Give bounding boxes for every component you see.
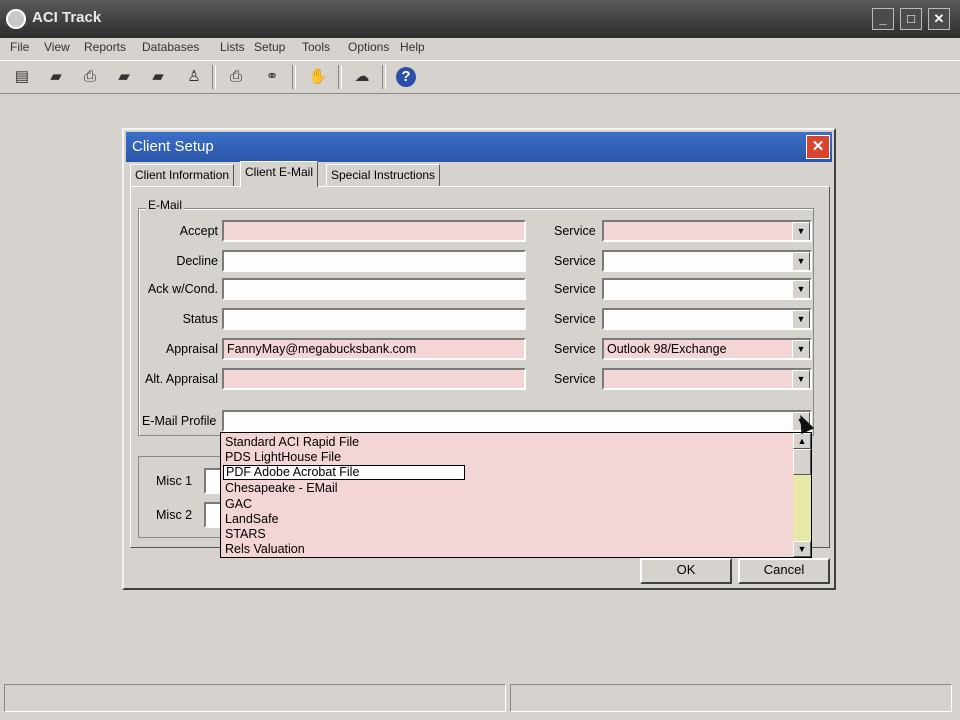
- accept-label: Accept: [179, 224, 218, 238]
- person-icon[interactable]: ♙: [182, 65, 206, 89]
- appraisal-email-field[interactable]: FannyMay@megabucksbank.com: [222, 338, 526, 360]
- decline-service-select[interactable]: ▼: [602, 250, 812, 272]
- misc-2-label: Misc 2: [156, 508, 193, 522]
- dropdown-option-selected[interactable]: PDF Adobe Acrobat File: [223, 465, 465, 480]
- toolbar: ▤ ▰ ⎙ ▰ ▰ ♙ ⎙ ⚭ ✋ ☁ ?: [0, 60, 960, 94]
- status-service-select[interactable]: ▼: [602, 308, 812, 330]
- decline-service-label: Service: [554, 254, 596, 268]
- dropdown-option[interactable]: Chesapeake - EMail: [225, 481, 338, 496]
- email-profile-dropdown-list: Standard ACI Rapid File PDS LightHouse F…: [220, 432, 812, 558]
- new-document-icon[interactable]: ▤: [10, 65, 34, 89]
- dropdown-option[interactable]: Standard ACI Rapid File: [225, 435, 359, 450]
- ack-w-cond-email-field[interactable]: [222, 278, 526, 300]
- chevron-down-icon[interactable]: ▼: [792, 370, 810, 388]
- status-pane-right: [510, 684, 952, 712]
- status-label: Status: [182, 312, 218, 326]
- print-icon[interactable]: ⎙: [78, 65, 102, 89]
- menu-file[interactable]: File: [10, 40, 29, 54]
- alt-appraisal-label: Alt. Appraisal: [145, 372, 218, 386]
- open-file-icon[interactable]: ▰: [146, 65, 170, 89]
- printer-icon[interactable]: ⎙: [224, 65, 248, 89]
- scroll-up-icon[interactable]: ▲: [793, 433, 811, 449]
- decline-email-field[interactable]: [222, 250, 526, 272]
- status-pane-left: [4, 684, 506, 712]
- email-profile-label: E-Mail Profile: [142, 414, 217, 428]
- minimize-button[interactable]: _: [872, 8, 894, 30]
- dialog-title-bar[interactable]: Client Setup ✕: [126, 132, 832, 162]
- misc-1-label: Misc 1: [156, 474, 193, 488]
- appraisal-service-select[interactable]: Outlook 98/Exchange ▼: [602, 338, 812, 360]
- chevron-down-icon[interactable]: ▼: [792, 310, 810, 328]
- menu-tools[interactable]: Tools: [302, 40, 330, 54]
- chat-icon[interactable]: ☁: [350, 65, 374, 89]
- chevron-down-icon[interactable]: ▼: [792, 222, 810, 240]
- maximize-button[interactable]: □: [900, 8, 922, 30]
- ok-button[interactable]: OK: [640, 558, 732, 584]
- dialog-title: Client Setup: [132, 138, 214, 155]
- tab-client-information[interactable]: Client Information: [130, 164, 235, 186]
- appraisal-label: Appraisal: [165, 342, 218, 356]
- menu-lists[interactable]: Lists: [220, 40, 245, 54]
- scrollbar-thumb[interactable]: [793, 449, 811, 475]
- app-title: ACI Track: [32, 9, 102, 26]
- accept-service-select[interactable]: ▼: [602, 220, 812, 242]
- email-profile-select[interactable]: ▼: [222, 410, 812, 432]
- dropdown-scrollbar[interactable]: ▲ ▼: [793, 433, 811, 557]
- chevron-down-icon[interactable]: ▼: [792, 340, 810, 358]
- ack-w-cond-label: Ack w/Cond.: [147, 282, 218, 296]
- dropdown-option[interactable]: STARS: [225, 527, 266, 542]
- appraisal-service-label: Service: [554, 342, 596, 356]
- menu-databases[interactable]: Databases: [142, 40, 199, 54]
- open-folder-icon[interactable]: ▰: [44, 65, 68, 89]
- cancel-button[interactable]: Cancel: [738, 558, 830, 584]
- app-title-bar: ACI Track _ □ ✕: [0, 0, 960, 38]
- menu-options[interactable]: Options: [348, 40, 389, 54]
- binoculars-icon[interactable]: ⚭: [260, 65, 284, 89]
- app-logo-icon[interactable]: [6, 9, 26, 29]
- appraisal-service-value: Outlook 98/Exchange: [607, 342, 727, 356]
- ack-w-cond-service-select[interactable]: ▼: [602, 278, 812, 300]
- menu-bar: File View Reports Databases Lists Setup …: [0, 38, 960, 60]
- accept-service-label: Service: [554, 224, 596, 238]
- decline-label: Decline: [176, 254, 218, 268]
- dropdown-option[interactable]: GAC: [225, 497, 252, 512]
- email-group-label: E-Mail: [146, 198, 185, 212]
- folder-icon[interactable]: ▰: [112, 65, 136, 89]
- tab-client-email[interactable]: Client E-Mail: [240, 161, 319, 187]
- hand-icon[interactable]: ✋: [306, 65, 330, 89]
- menu-setup[interactable]: Setup: [254, 40, 285, 54]
- help-icon[interactable]: ?: [396, 67, 416, 87]
- alt-appraisal-service-select[interactable]: ▼: [602, 368, 812, 390]
- toolbar-separator: [338, 65, 342, 89]
- status-service-label: Service: [554, 312, 596, 326]
- toolbar-separator: [292, 65, 296, 89]
- chevron-down-icon[interactable]: ▼: [792, 280, 810, 298]
- menu-help[interactable]: Help: [400, 40, 425, 54]
- accept-email-field[interactable]: [222, 220, 526, 242]
- alt-appraisal-service-label: Service: [554, 372, 596, 386]
- dialog-close-button[interactable]: ✕: [806, 135, 830, 159]
- ack-w-cond-service-label: Service: [554, 282, 596, 296]
- dropdown-option[interactable]: Rels Valuation: [225, 542, 305, 557]
- toolbar-separator: [382, 65, 386, 89]
- close-button[interactable]: ✕: [928, 8, 950, 30]
- chevron-down-icon[interactable]: ▼: [792, 252, 810, 270]
- scroll-down-icon[interactable]: ▼: [793, 541, 811, 557]
- tab-special-instructions[interactable]: Special Instructions: [326, 164, 441, 186]
- alt-appraisal-email-field[interactable]: [222, 368, 526, 390]
- dropdown-option[interactable]: PDS LightHouse File: [225, 450, 341, 465]
- toolbar-separator: [212, 65, 216, 89]
- dropdown-option[interactable]: LandSafe: [225, 512, 279, 527]
- status-email-field[interactable]: [222, 308, 526, 330]
- menu-view[interactable]: View: [44, 40, 70, 54]
- menu-reports[interactable]: Reports: [84, 40, 126, 54]
